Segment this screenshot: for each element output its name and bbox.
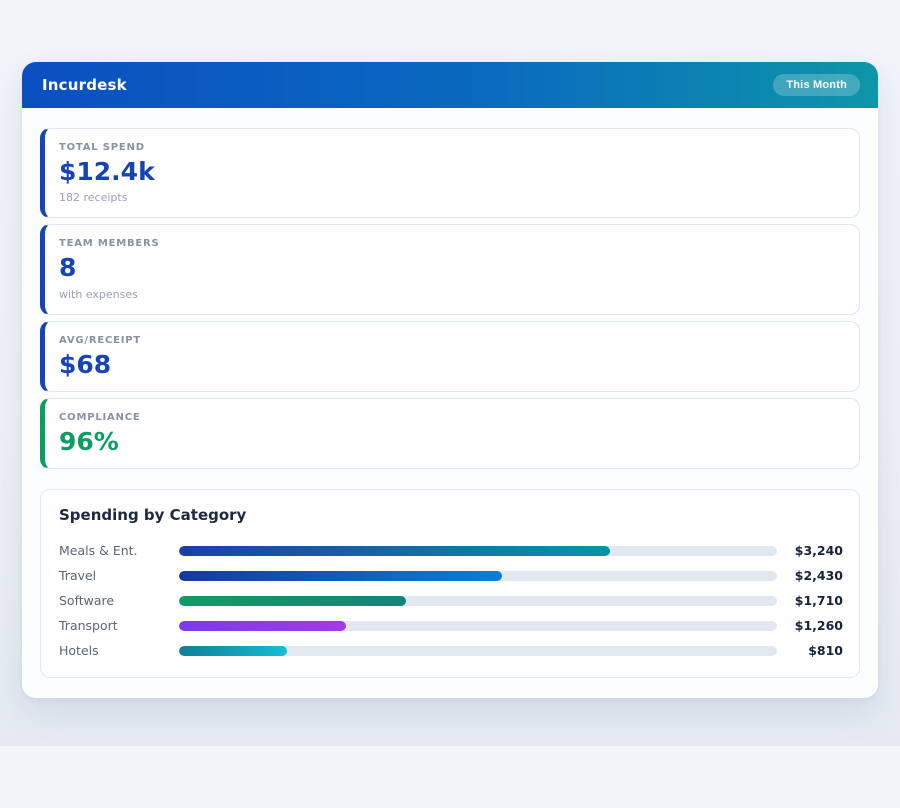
stat-caption: 182 receipts <box>59 191 841 204</box>
category-label: Software <box>59 593 179 608</box>
category-row: Transport $1,260 <box>59 613 843 638</box>
stat-label: TEAM MEMBERS <box>59 238 841 249</box>
bar-track <box>179 571 777 581</box>
category-bar-list: Meals & Ent. $3,240 Travel $2,430 Software $1… <box>59 538 843 663</box>
category-value: $3,240 <box>777 543 843 558</box>
stat-card-compliance: COMPLIANCE 96% <box>40 398 860 469</box>
category-label: Travel <box>59 568 179 583</box>
chart-title: Spending by Category <box>59 506 843 524</box>
stat-label: TOTAL SPEND <box>59 142 841 153</box>
category-label: Hotels <box>59 643 179 658</box>
bar-track <box>179 546 777 556</box>
stat-caption: with expenses <box>59 288 841 301</box>
period-badge[interactable]: This Month <box>773 74 860 96</box>
app-header: Incurdesk This Month <box>22 62 878 108</box>
bar-fill <box>179 571 502 581</box>
category-value: $1,260 <box>777 618 843 633</box>
stat-value: 8 <box>59 255 841 281</box>
bar-fill <box>179 646 287 656</box>
category-row: Meals & Ent. $3,240 <box>59 538 843 563</box>
bar-track <box>179 621 777 631</box>
bar-track <box>179 596 777 606</box>
spending-by-category-card: Spending by Category Meals & Ent. $3,240 T… <box>40 489 860 678</box>
category-value: $810 <box>777 643 843 658</box>
app-title: Incurdesk <box>42 76 127 94</box>
bar-fill <box>179 546 610 556</box>
stat-card-team-members: TEAM MEMBERS 8 with expenses <box>40 224 860 314</box>
bar-fill <box>179 621 346 631</box>
stat-label: COMPLIANCE <box>59 412 841 423</box>
stat-card-avg-receipt: AVG/RECEIPT $68 <box>40 321 860 392</box>
stat-value: $68 <box>59 352 841 378</box>
category-row: Travel $2,430 <box>59 563 843 588</box>
category-label: Transport <box>59 618 179 633</box>
dashboard-content: TOTAL SPEND $12.4k 182 receipts TEAM MEM… <box>22 108 878 678</box>
bar-fill <box>179 596 406 606</box>
category-row: Software $1,710 <box>59 588 843 613</box>
category-row: Hotels $810 <box>59 638 843 663</box>
dashboard-container: Incurdesk This Month TOTAL SPEND $12.4k … <box>22 62 878 698</box>
category-value: $1,710 <box>777 593 843 608</box>
category-label: Meals & Ent. <box>59 543 179 558</box>
stat-label: AVG/RECEIPT <box>59 335 841 346</box>
category-value: $2,430 <box>777 568 843 583</box>
stat-value: $12.4k <box>59 159 841 185</box>
stat-value: 96% <box>59 429 841 455</box>
bar-track <box>179 646 777 656</box>
stat-card-total-spend: TOTAL SPEND $12.4k 182 receipts <box>40 128 860 218</box>
